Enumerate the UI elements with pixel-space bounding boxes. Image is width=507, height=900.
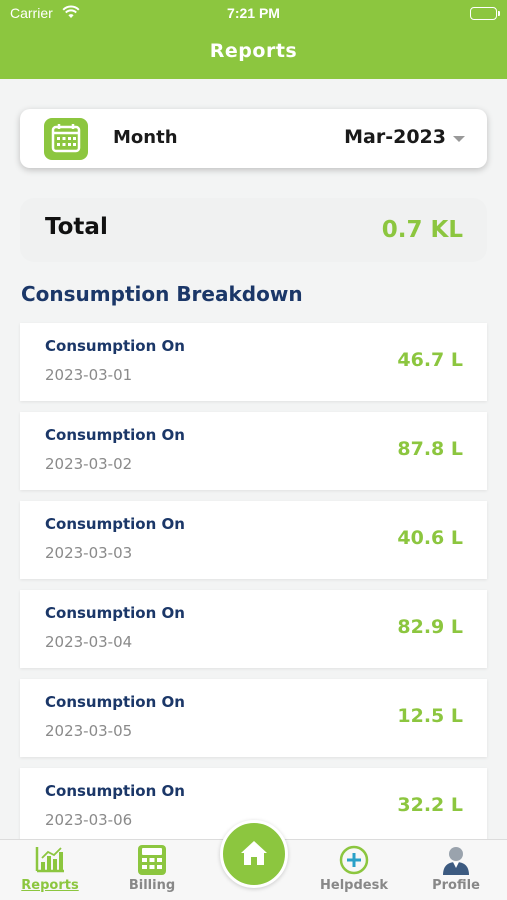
chevron-down-icon[interactable] xyxy=(453,136,465,142)
item-date: 2023-03-04 xyxy=(45,633,133,651)
tab-billing[interactable]: Billing xyxy=(112,840,192,900)
tab-label: Billing xyxy=(128,878,176,893)
item-date: 2023-03-01 xyxy=(45,366,133,384)
list-item[interactable]: Consumption On 2023-03-03 40.6 L xyxy=(20,501,487,579)
bar-chart-icon xyxy=(34,844,66,878)
item-date: 2023-03-03 xyxy=(45,544,133,562)
item-value: 32.2 L xyxy=(397,794,463,816)
tab-helpdesk[interactable]: Helpdesk xyxy=(314,840,394,900)
item-label: Consumption On xyxy=(45,426,185,444)
item-value: 82.9 L xyxy=(397,616,463,638)
item-date: 2023-03-06 xyxy=(45,811,133,829)
tab-reports[interactable]: Reports xyxy=(10,840,90,900)
total-value: 0.7 KL xyxy=(381,217,463,243)
tab-label: Profile xyxy=(432,878,480,893)
plus-circle-icon xyxy=(338,844,370,880)
tab-label: Helpdesk xyxy=(320,878,388,893)
item-label: Consumption On xyxy=(45,693,185,711)
list-item[interactable]: Consumption On 2023-03-02 87.8 L xyxy=(20,412,487,490)
user-icon xyxy=(440,844,472,880)
month-value[interactable]: Mar-2023 xyxy=(344,126,446,148)
calculator-icon xyxy=(137,844,167,880)
page-title: Reports xyxy=(209,40,298,62)
item-value: 87.8 L xyxy=(397,438,463,460)
month-selector[interactable]: Month Mar-2023 xyxy=(20,109,487,168)
item-value: 40.6 L xyxy=(397,527,463,549)
item-label: Consumption On xyxy=(45,782,185,800)
calendar-icon xyxy=(44,118,88,160)
battery-icon xyxy=(470,7,500,20)
item-date: 2023-03-05 xyxy=(45,722,133,740)
list-item[interactable]: Consumption On 2023-03-04 82.9 L xyxy=(20,590,487,668)
item-value: 12.5 L xyxy=(397,705,463,727)
total-label: Total xyxy=(45,214,108,240)
list-item[interactable]: Consumption On 2023-03-05 12.5 L xyxy=(20,679,487,757)
total-card: Total 0.7 KL xyxy=(20,198,487,262)
home-icon xyxy=(241,841,267,865)
list-item[interactable]: Consumption On 2023-03-01 46.7 L xyxy=(20,323,487,401)
status-bar: Carrier 7:21 PM xyxy=(0,0,507,28)
item-label: Consumption On xyxy=(45,515,185,533)
section-title: Consumption Breakdown xyxy=(21,282,303,306)
tab-label: Reports xyxy=(21,878,79,893)
item-date: 2023-03-02 xyxy=(45,455,133,473)
tab-profile[interactable]: Profile xyxy=(416,840,496,900)
item-label: Consumption On xyxy=(45,604,185,622)
item-label: Consumption On xyxy=(45,337,185,355)
item-value: 46.7 L xyxy=(397,349,463,371)
month-label: Month xyxy=(113,127,178,148)
status-time: 7:21 PM xyxy=(227,5,280,21)
home-button[interactable] xyxy=(220,820,288,888)
nav-bar: Reports xyxy=(0,28,507,79)
